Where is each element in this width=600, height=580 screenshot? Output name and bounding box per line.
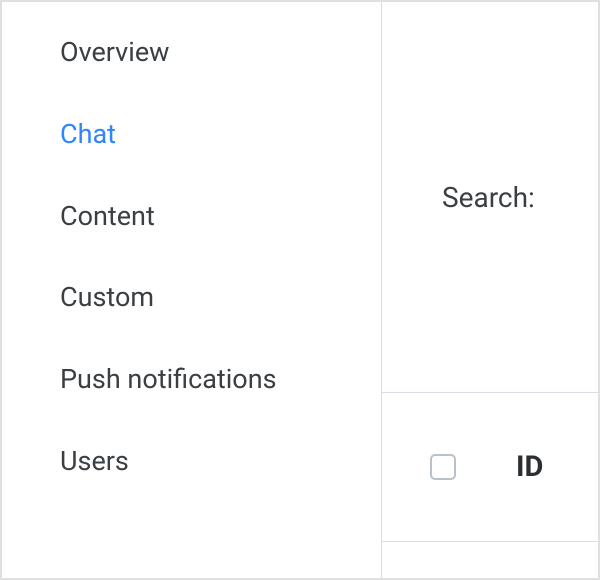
sidebar-item-users[interactable]: Users [60,445,351,479]
search-label: Search: [442,181,535,214]
table-header-row: ID [382,392,598,542]
table-body [382,542,598,578]
sidebar: Overview Chat Content Custom Push notifi… [2,2,382,578]
select-all-checkbox[interactable] [430,454,456,480]
sidebar-item-custom[interactable]: Custom [60,281,351,315]
column-header-id[interactable]: ID [516,450,543,484]
app-frame: Overview Chat Content Custom Push notifi… [0,0,600,580]
sidebar-item-overview[interactable]: Overview [60,36,351,70]
search-area: Search: [382,2,598,392]
sidebar-item-push-notifications[interactable]: Push notifications [60,363,351,397]
sidebar-item-chat[interactable]: Chat [60,118,351,152]
sidebar-item-content[interactable]: Content [60,200,351,234]
main-panel: Search: ID [382,2,598,578]
